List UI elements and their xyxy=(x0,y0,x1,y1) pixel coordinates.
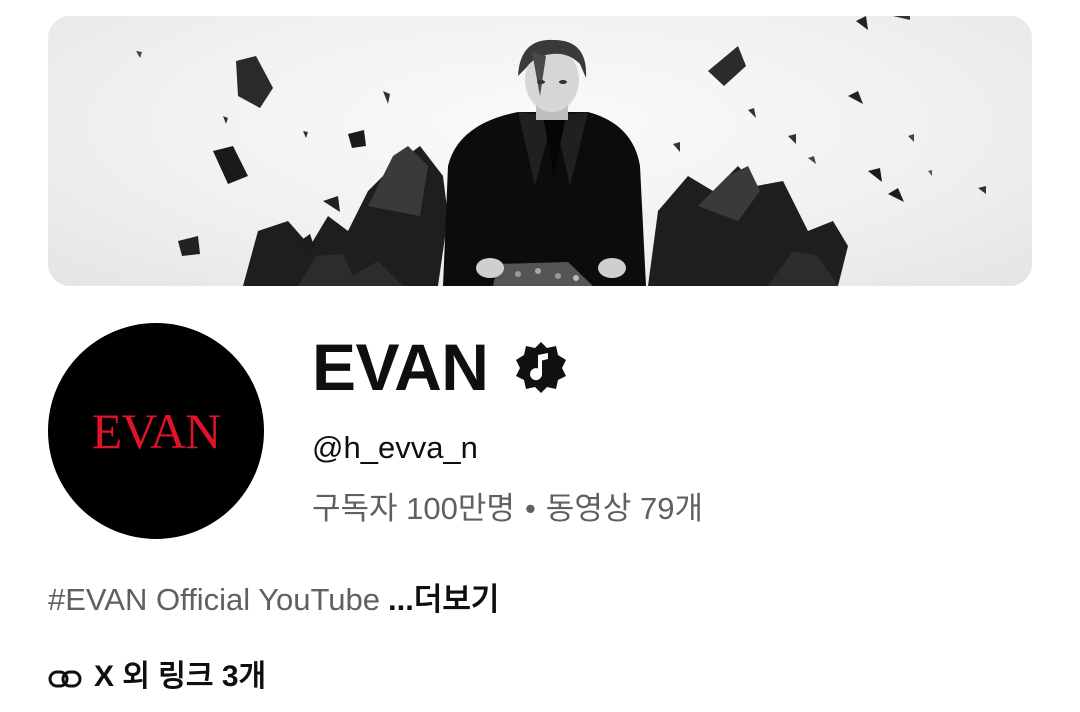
links-label: X 외 링크 3개 xyxy=(94,660,267,693)
description-text: #EVAN Official YouTube xyxy=(48,582,381,617)
music-note-badge-icon xyxy=(514,340,568,394)
channel-avatar[interactable]: EVAN xyxy=(48,323,264,539)
channel-title-row: EVAN xyxy=(312,330,568,404)
channel-header: EVAN EVAN @h_evva_n 구독자 100만명 • 동영상 79개 … xyxy=(0,0,1080,712)
banner-artwork xyxy=(136,16,986,286)
link-icon xyxy=(48,666,82,688)
separator-dot: • xyxy=(524,491,536,526)
channel-handle: @h_evva_n xyxy=(312,430,478,465)
channel-stats: 구독자 100만명 • 동영상 79개 xyxy=(312,493,703,524)
channel-links-button[interactable]: X 외 링크 3개 xyxy=(48,662,266,692)
subscriber-count: 구독자 100만명 xyxy=(312,491,515,526)
channel-banner[interactable] xyxy=(48,16,1032,286)
video-count: 동영상 79개 xyxy=(545,491,703,526)
channel-description[interactable]: #EVAN Official YouTube ...더보기 xyxy=(48,584,499,615)
more-button[interactable]: ...더보기 xyxy=(388,584,499,615)
avatar-logo-text: EVAN xyxy=(91,403,221,459)
channel-name: EVAN xyxy=(312,330,489,404)
